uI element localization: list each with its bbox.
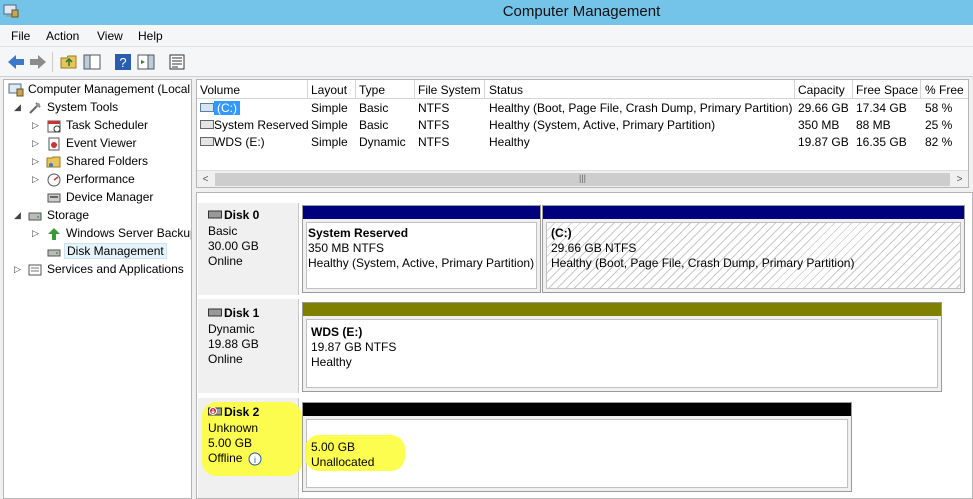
shared-folder-icon xyxy=(46,156,61,168)
disk-icon xyxy=(208,210,222,219)
disk-icon xyxy=(208,308,222,317)
tree-item-performance[interactable]: ▷ Performance xyxy=(4,171,191,189)
volume-row-system-reserved[interactable]: System Reserved Simple Basic NTFS Health… xyxy=(197,116,968,133)
menu-file[interactable]: File xyxy=(11,29,30,43)
window-title: Computer Management xyxy=(502,3,661,20)
navigation-tree: Computer Management (Local ◢ System Tool… xyxy=(3,79,192,499)
scroll-right-icon[interactable]: > xyxy=(951,171,968,188)
svg-text:?: ? xyxy=(119,55,126,70)
volume-list: Volume Layout Type File System Status Ca… xyxy=(196,79,969,188)
menu-help[interactable]: Help xyxy=(138,29,163,43)
partition-unallocated[interactable]: 5.00 GB Unallocated xyxy=(302,402,852,492)
collapse-arrow-icon[interactable]: ◢ xyxy=(14,210,21,221)
column-header-capacity[interactable]: Capacity xyxy=(798,83,845,97)
forward-arrow-icon[interactable] xyxy=(28,52,48,72)
help-icon[interactable]: ? xyxy=(113,52,133,72)
offline-disk-icon xyxy=(208,407,222,416)
tools-icon xyxy=(29,102,41,114)
tree-item-storage[interactable]: ◢ Storage xyxy=(4,207,191,225)
volume-drive-icon xyxy=(200,103,214,112)
disk-management-icon xyxy=(47,249,61,257)
backup-icon xyxy=(48,228,60,240)
column-header-free-space[interactable]: Free Space xyxy=(856,83,918,97)
show-action-pane-icon[interactable] xyxy=(136,52,156,72)
column-header-percent-free[interactable]: % Free xyxy=(925,83,964,97)
disk-map-pane: Disk 0 Basic 30.00 GB Online System Rese… xyxy=(196,192,973,499)
disk-0-label[interactable]: Disk 0 Basic 30.00 GB Online xyxy=(198,203,299,295)
expand-arrow-icon[interactable]: ▷ xyxy=(32,138,39,149)
volume-list-header: Volume Layout Type File System Status Ca… xyxy=(197,80,968,99)
expand-arrow-icon[interactable]: ▷ xyxy=(32,156,39,167)
volume-row-c[interactable]: (C:) Simple Basic NTFS Healthy (Boot, Pa… xyxy=(197,99,968,116)
services-icon xyxy=(28,264,42,276)
info-icon[interactable]: i xyxy=(248,452,262,466)
event-viewer-icon xyxy=(48,137,60,151)
show-hide-tree-icon[interactable] xyxy=(82,52,102,72)
tree-item-services-and-applications[interactable]: ▷ Services and Applications xyxy=(4,261,191,279)
tree-item-task-scheduler[interactable]: ▷ Task Scheduler xyxy=(4,117,191,135)
expand-arrow-icon[interactable]: ▷ xyxy=(32,120,39,131)
device-manager-icon xyxy=(47,193,61,203)
partition-system-reserved[interactable]: System Reserved 350 MB NTFS Healthy (Sys… xyxy=(302,205,541,293)
task-scheduler-icon xyxy=(47,120,61,133)
column-header-file-system[interactable]: File System xyxy=(418,83,481,97)
svg-text:i: i xyxy=(254,455,256,465)
column-header-volume[interactable]: Volume xyxy=(200,83,240,97)
scroll-left-icon[interactable]: < xyxy=(197,171,214,188)
collapse-arrow-icon[interactable]: ◢ xyxy=(14,102,21,113)
scrollbar-grip-icon: ||| xyxy=(579,173,587,183)
expand-arrow-icon[interactable]: ▷ xyxy=(32,174,39,185)
back-arrow-icon[interactable] xyxy=(6,52,26,72)
volume-drive-icon xyxy=(200,137,214,146)
expand-arrow-icon[interactable]: ▷ xyxy=(32,228,39,239)
computer-management-icon xyxy=(8,83,24,97)
tree-item-device-manager[interactable]: Device Manager xyxy=(4,189,191,207)
volume-row-wds-e[interactable]: WDS (E:) Simple Dynamic NTFS Healthy 19.… xyxy=(197,133,968,150)
storage-icon xyxy=(28,212,42,221)
menu-bar: File Action View Help xyxy=(0,25,973,47)
menu-view[interactable]: View xyxy=(97,29,123,43)
properties-icon[interactable] xyxy=(167,52,187,72)
tree-item-windows-server-backup[interactable]: ▷ Windows Server Backup xyxy=(4,225,191,243)
column-header-layout[interactable]: Layout xyxy=(311,83,347,97)
tree-item-system-tools[interactable]: ◢ System Tools xyxy=(4,99,191,117)
disk-1-label[interactable]: Disk 1 Dynamic 19.88 GB Online xyxy=(198,299,299,393)
tree-item-shared-folders[interactable]: ▷ Shared Folders xyxy=(4,153,191,171)
title-bar: Computer Management xyxy=(0,0,973,25)
volume-drive-icon xyxy=(200,120,214,129)
partition-c[interactable]: (C:) 29.66 GB NTFS Healthy (Boot, Page F… xyxy=(542,205,965,293)
disk-2-label[interactable]: Disk 2 Unknown 5.00 GB Offline i xyxy=(198,398,302,498)
tree-item-disk-management[interactable]: Disk Management xyxy=(4,243,191,261)
toolbar: ? xyxy=(0,47,973,77)
tree-item-computer-management[interactable]: Computer Management (Local xyxy=(4,81,191,99)
partition-wds-e[interactable]: WDS (E:) 19.87 GB NTFS Healthy xyxy=(302,302,942,392)
toolbar-separator xyxy=(52,52,53,72)
menu-action[interactable]: Action xyxy=(46,29,79,43)
up-folder-icon[interactable] xyxy=(59,52,79,72)
performance-icon xyxy=(47,173,61,187)
column-header-type[interactable]: Type xyxy=(359,83,385,97)
column-header-status[interactable]: Status xyxy=(489,83,523,97)
tree-item-event-viewer[interactable]: ▷ Event Viewer xyxy=(4,135,191,153)
horizontal-scrollbar[interactable]: < ||| > xyxy=(197,170,968,187)
expand-arrow-icon[interactable]: ▷ xyxy=(14,264,21,275)
